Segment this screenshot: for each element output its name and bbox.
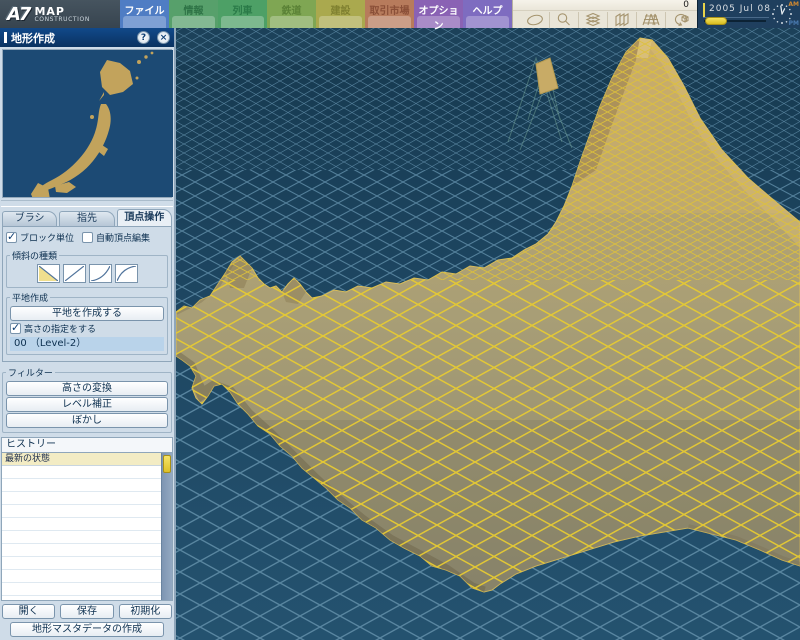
terrain-3d-view[interactable] — [176, 28, 800, 640]
close-button[interactable]: × — [157, 31, 170, 44]
date-tick — [703, 3, 705, 18]
history-item-empty — [2, 531, 161, 544]
file-buttons-row: 開く 保存 初期化 — [0, 602, 174, 620]
filter-group: フィルター 高さの変換 レベル補正 ぼかし — [2, 366, 172, 433]
rotate-view-icon[interactable] — [665, 12, 694, 28]
layers-icon[interactable] — [578, 12, 607, 28]
menu-help[interactable]: ヘルプ — [463, 0, 512, 28]
create-master-data-button[interactable]: 地形マスタデータの作成 — [10, 622, 164, 637]
tab-brush[interactable]: ブラシ — [2, 211, 57, 226]
specify-height-checkbox[interactable]: 高さの指定をする — [10, 322, 164, 335]
panel-title: 地形作成 — [11, 30, 55, 46]
checkbox-unchecked-icon[interactable] — [82, 232, 93, 243]
menubar: A7 MAP CONSTRUCTION ファイル 情報 列車 鉄道 建設 — [0, 0, 800, 28]
history-item-empty — [2, 583, 161, 596]
auto-vertex-checkbox[interactable]: 自動頂点編集 — [82, 231, 150, 244]
menu-railway: 鉄道 — [267, 0, 316, 28]
checkbox-checked-icon[interactable] — [10, 323, 21, 334]
level-correction-button[interactable]: レベル補正 — [6, 397, 168, 412]
view-toolbar: 0 — [512, 0, 697, 28]
history-item-empty — [2, 518, 161, 531]
a7-logo-icon: A7 — [7, 4, 29, 25]
vertex-operation-panel: ブロック単位 自動頂点編集 傾斜の種類 — [2, 226, 172, 362]
terrain-tool-panel: 地形作成 ? × — [0, 28, 176, 640]
history-item-empty — [2, 505, 161, 518]
slope-filled-icon[interactable] — [37, 264, 60, 283]
cross-section-icon[interactable] — [607, 12, 636, 28]
map-construction-window: A7 MAP CONSTRUCTION ファイル 情報 列車 鉄道 建設 — [0, 0, 800, 640]
history-item-latest[interactable]: 最新の状態 — [2, 453, 161, 466]
date-display: 2005 Jul 08 — [709, 4, 771, 14]
menu-market: 取引市場 — [365, 0, 414, 28]
slope-line-icon[interactable] — [63, 264, 86, 283]
history-item-empty — [2, 544, 161, 557]
reset-button[interactable]: 初期化 — [119, 604, 172, 619]
history-item-empty — [2, 557, 161, 570]
game-clock: 2005 Jul 08 AM PM — [697, 0, 800, 28]
height-convert-button[interactable]: 高さの変換 — [6, 381, 168, 396]
history-scrollbar[interactable] — [161, 453, 172, 601]
pm-label: PM — [789, 20, 799, 27]
checkbox-checked-icon[interactable] — [6, 232, 17, 243]
logo-map-text: MAP — [34, 6, 89, 17]
menu-options[interactable]: オプション — [414, 0, 463, 28]
slope-type-group: 傾斜の種類 — [6, 249, 168, 288]
history-title: ヒストリー — [2, 438, 172, 453]
app-logo: A7 MAP CONSTRUCTION — [0, 0, 120, 28]
panel-divider — [1, 200, 173, 207]
menu-file[interactable]: ファイル — [120, 0, 169, 28]
history-item-empty — [2, 570, 161, 583]
logo-construction-text: CONSTRUCTION — [34, 17, 89, 23]
history-item-empty — [2, 596, 161, 601]
panel-header: 地形作成 ? × — [0, 28, 174, 47]
tool-tabs: ブラシ 指先 頂点操作 — [0, 209, 174, 226]
slope-concave-icon[interactable] — [89, 264, 112, 283]
history-item-empty — [2, 492, 161, 505]
flat-land-group: 平地作成 平地を作成する 高さの指定をする 00 （Level-2） — [6, 291, 168, 355]
menu-train: 列車 — [218, 0, 267, 28]
block-unit-checkbox[interactable]: ブロック単位 — [6, 231, 74, 244]
japan-minimap[interactable] — [2, 49, 172, 198]
history-list[interactable]: 最新の状態 — [2, 453, 172, 601]
counter-value: 0 — [513, 0, 697, 11]
history-section: ヒストリー 最新の状態 — [1, 437, 173, 601]
time-slider-thumb[interactable] — [705, 17, 727, 25]
menu-info: 情報 — [169, 0, 218, 28]
save-button[interactable]: 保存 — [60, 604, 113, 619]
tab-vertex-operation[interactable]: 頂点操作 — [117, 209, 172, 226]
tab-fingertip[interactable]: 指先 — [59, 211, 114, 226]
history-item-empty — [2, 479, 161, 492]
zoom-icon[interactable] — [549, 12, 578, 28]
wireframe-icon[interactable] — [636, 12, 665, 28]
create-flat-land-button[interactable]: 平地を作成する — [10, 306, 164, 321]
menu-construction: 建設 — [316, 0, 365, 28]
scrollbar-thumb[interactable] — [163, 455, 171, 473]
am-label: AM — [788, 1, 799, 8]
blur-button[interactable]: ぼかし — [6, 413, 168, 428]
history-item-empty — [2, 466, 161, 479]
slope-convex-icon[interactable] — [115, 264, 138, 283]
plane-view-icon[interactable] — [520, 12, 549, 28]
open-button[interactable]: 開く — [2, 604, 55, 619]
help-button[interactable]: ? — [137, 31, 150, 44]
height-level-field[interactable]: 00 （Level-2） — [10, 337, 164, 351]
